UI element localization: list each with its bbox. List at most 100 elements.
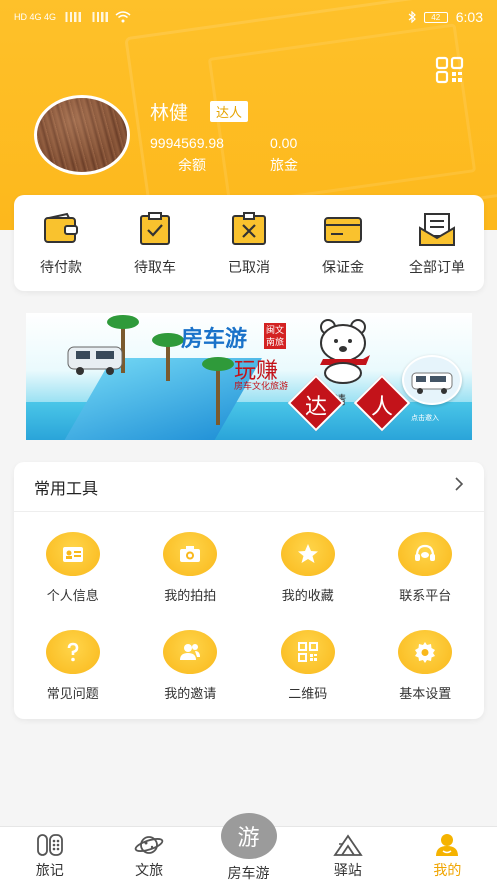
planet-icon [134,836,164,854]
network-indicators: HD 4G 4G [14,12,57,22]
user-name: 林健 [150,103,189,124]
promo-banner[interactable]: 房车游 闽文南旅 玩赚 房车文化旅游 邀请 达 人 点击邀入 [26,313,472,440]
wifi-icon [115,11,131,23]
bear-mascot-icon [320,319,370,384]
travel-fund-value[interactable]: 0.00 [270,135,297,151]
order-pending-payment[interactable]: 待付款 [14,195,108,291]
signal-icon-2 [88,12,111,22]
bluetooth-icon [408,11,416,23]
travel-notes-icon [36,834,63,856]
tool-label: 基本设置 [399,686,452,701]
tool-my-favorites[interactable]: 我的收藏 [249,532,367,630]
qr-scan-button[interactable] [435,56,465,84]
orders-card: 待付款 待取车 已取消 保证金 全部订单 [14,195,484,291]
order-label: 保证金 [322,259,364,275]
user-profile-icon [436,834,459,856]
tool-icon-circle [398,532,453,576]
user-badge: 达人 [210,101,249,122]
tool-personal-info[interactable]: 个人信息 [14,532,132,630]
banner-seal: 闽文南旅 [264,323,286,349]
headset-icon [415,544,436,561]
tool-my-invites[interactable]: 我的邀请 [132,630,250,728]
mountain-tent-icon [333,834,363,856]
tools-grid: 个人信息 我的拍拍 我的收藏 联系平台 常见问题 我的邀请 二维码 基本设置 [14,512,484,728]
tool-label: 联系平台 [399,588,452,603]
tool-label: 二维码 [288,686,328,701]
tab-culture-tourism[interactable]: 文旅 [99,827,198,883]
order-pending-pickup[interactable]: 待取车 [108,195,202,291]
palm-tree [152,333,184,381]
tool-my-photos[interactable]: 我的拍拍 [132,532,250,630]
travel-fund-label: 旅金 [270,157,298,173]
tool-icon-circle [280,532,335,576]
tool-icon-circle [163,630,218,674]
order-deposit[interactable]: 保证金 [296,195,390,291]
bottom-tab-bar: 旅记 文旅 游 房车游 驿站 我的 [0,813,497,883]
banner-rv-badge [402,355,462,405]
tool-label: 我的拍拍 [164,588,217,603]
tools-card: 常用工具 个人信息 我的拍拍 我的收藏 联系平台 常见问题 我的邀请 二维码 基… [14,462,484,719]
banner-title: 房车游 [181,326,248,352]
tool-icon-circle [163,532,218,576]
tool-faq[interactable]: 常见问题 [14,630,132,728]
orders-envelope-icon [419,213,455,246]
rv-icon [411,372,453,394]
order-label: 待付款 [40,259,82,275]
qr-scan-icon [435,56,464,84]
rv-tour-center-icon: 游 [220,813,277,859]
tool-contact-platform[interactable]: 联系平台 [367,532,485,630]
banner-subtitle: 房车文化旅游 [234,381,289,391]
wallet-icon [44,212,78,243]
clipboard-check-icon [140,212,170,245]
tab-station[interactable]: 驿站 [298,827,397,883]
tool-label: 常见问题 [46,686,99,701]
rv-illustration [67,346,123,375]
tool-label: 个人信息 [46,588,99,603]
banner-click-hint: 点击邀入 [411,415,439,422]
tab-label: 房车游 [227,865,270,881]
status-left: HD 4G 4G [14,11,131,23]
battery-icon: 42 [423,11,448,23]
banner-daren-right: 人 [371,395,394,420]
order-label: 已取消 [228,259,270,275]
star-icon [297,544,318,563]
avatar[interactable] [34,95,130,175]
tab-mine[interactable]: 我的 [398,827,497,883]
tool-label: 我的收藏 [281,588,334,603]
balance-value[interactable]: 9994569.98 [150,135,224,151]
palm-tree [202,357,234,425]
card-icon [324,217,362,243]
tool-icon-circle [45,630,100,674]
id-card-icon [62,547,83,562]
order-label: 全部订单 [409,259,465,275]
balance-label: 余额 [178,157,206,173]
status-right: 42 6:03 [408,9,483,25]
camera-icon [180,546,201,562]
order-all[interactable]: 全部订单 [390,195,484,291]
tool-icon-circle [398,630,453,674]
cancel-box-icon [232,212,266,245]
tools-title: 常用工具 [34,480,99,498]
tool-icon-circle [45,532,100,576]
tab-label: 文旅 [135,862,164,878]
clock: 6:03 [455,9,483,25]
gear-icon [415,642,436,663]
users-icon [180,644,201,660]
tool-label: 我的邀请 [164,686,217,701]
tool-qr-code[interactable]: 二维码 [249,630,367,728]
status-bar: HD 4G 4G 42 6:03 [0,0,497,34]
order-label: 待取车 [134,259,176,275]
tools-header[interactable]: 常用工具 [14,462,484,512]
tab-label: 驿站 [333,862,362,878]
banner-daren-left: 达 [305,395,328,420]
chevron-right-icon [454,476,464,497]
tab-rv-tour[interactable]: 游 房车游 [199,813,298,883]
question-icon [67,642,79,662]
qr-code-icon [297,642,318,662]
tab-travel-notes[interactable]: 旅记 [0,827,99,883]
signal-icon [61,12,84,22]
tool-basic-settings[interactable]: 基本设置 [367,630,485,728]
tab-label: 我的 [433,862,462,878]
tab-label: 旅记 [35,862,64,878]
order-cancelled[interactable]: 已取消 [202,195,296,291]
